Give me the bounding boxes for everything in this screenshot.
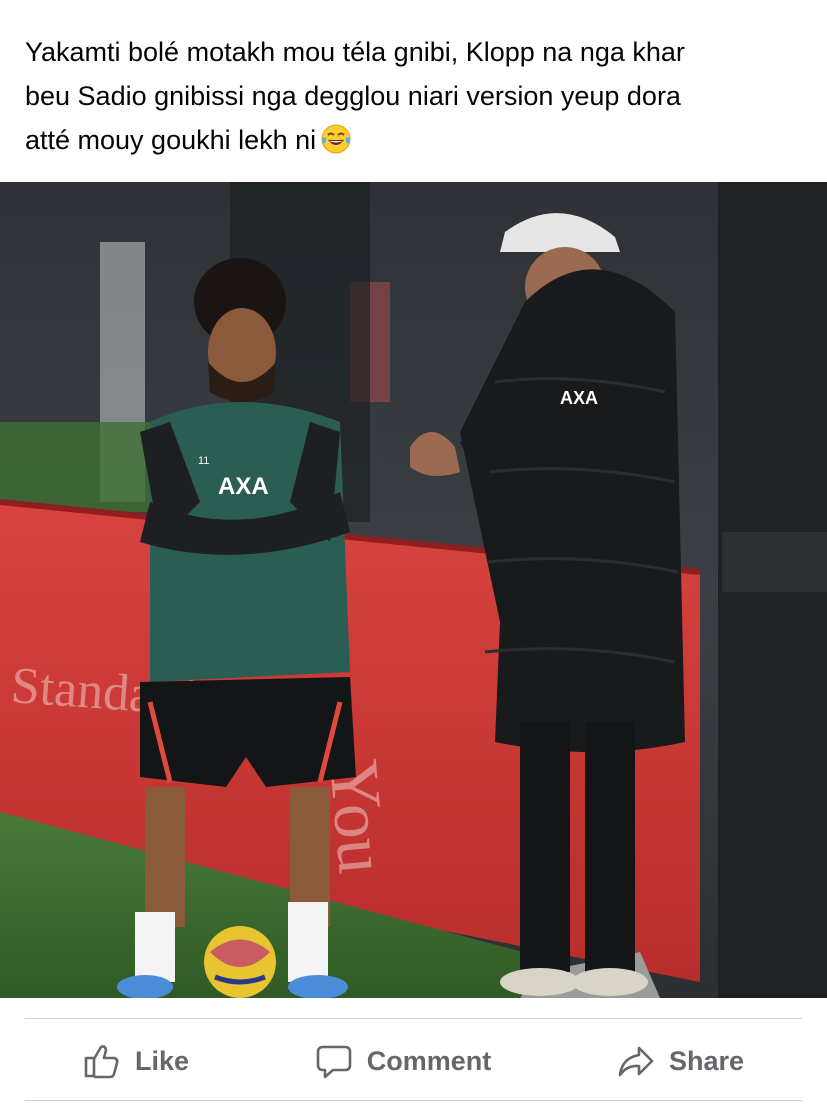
post-actions-bar: Like Comment Share	[25, 1030, 802, 1092]
jersey-sponsor: AXA	[218, 473, 269, 500]
like-label: Like	[135, 1045, 190, 1076]
laughing-tears-emoji-icon	[321, 124, 351, 154]
like-button[interactable]: Like	[25, 1042, 247, 1080]
actions-divider-top	[25, 1018, 802, 1019]
share-label: Share	[668, 1045, 744, 1076]
speech-bubble-icon	[316, 1045, 352, 1079]
actions-divider-bottom	[25, 1100, 802, 1101]
training-ground-scene: Standard You AXA 11 AXA	[0, 182, 827, 998]
share-arrow-icon	[618, 1046, 654, 1077]
comment-button[interactable]: Comment	[257, 1042, 550, 1080]
jersey-number: 11	[198, 455, 209, 467]
thumbs-up-icon	[84, 1045, 119, 1079]
jacket-logo: AXA	[560, 388, 598, 408]
caption-line: atté mouy goukhi lekh ni	[25, 118, 805, 162]
caption-line: Yakamti bolé motakh mou téla gnibi, Klop…	[25, 37, 685, 67]
share-button[interactable]: Share	[559, 1042, 802, 1080]
comment-label: Comment	[366, 1045, 492, 1076]
post-photo[interactable]: Standard You AXA 11 AXA	[0, 182, 827, 998]
caption-line: beu Sadio gnibissi nga degglou niari ver…	[25, 81, 681, 111]
feed-post: Yakamti bolé motakh mou téla gnibi, Klop…	[0, 0, 827, 1107]
post-caption: Yakamti bolé motakh mou téla gnibi, Klop…	[25, 30, 805, 162]
